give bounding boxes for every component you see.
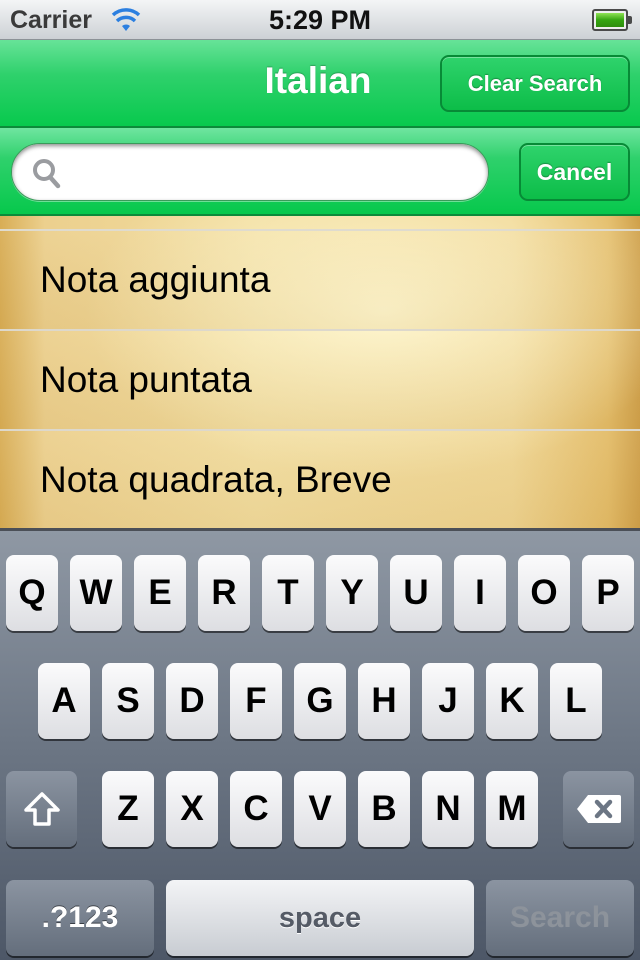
list-item-label: Nota quadrata, Breve — [40, 459, 392, 500]
results-list: Nota aggiunta Nota puntata Nota quadrata… — [0, 216, 640, 528]
search-key[interactable]: Search — [486, 880, 634, 956]
list-item[interactable]: Nota aggiunta — [0, 231, 640, 331]
key-j[interactable]: J — [422, 663, 474, 739]
key-y[interactable]: Y — [326, 555, 378, 631]
key-l[interactable]: L — [550, 663, 602, 739]
clock: 5:29 PM — [268, 5, 372, 35]
key-f[interactable]: F — [230, 663, 282, 739]
key-h[interactable]: H — [358, 663, 410, 739]
shift-key[interactable] — [6, 771, 77, 847]
key-i[interactable]: I — [454, 555, 506, 631]
key-d[interactable]: D — [166, 663, 218, 739]
key-t[interactable]: T — [262, 555, 314, 631]
search-input[interactable] — [72, 154, 472, 190]
key-r[interactable]: R — [198, 555, 250, 631]
key-u[interactable]: U — [390, 555, 442, 631]
key-s[interactable]: S — [102, 663, 154, 739]
key-c[interactable]: C — [230, 771, 282, 847]
status-bar: Carrier 5:29 PM — [0, 0, 640, 40]
key-x[interactable]: X — [166, 771, 218, 847]
key-v[interactable]: V — [294, 771, 346, 847]
key-e[interactable]: E — [134, 555, 186, 631]
battery-full-icon — [592, 9, 632, 31]
space-key[interactable]: space — [166, 880, 474, 956]
keyboard: Q W E R T Y U I O P A S D F G H J K L Z … — [0, 528, 640, 960]
key-w[interactable]: W — [70, 555, 122, 631]
key-p[interactable]: P — [582, 555, 634, 631]
list-item-label: Nota aggiunta — [40, 259, 271, 300]
key-b[interactable]: B — [358, 771, 410, 847]
key-o[interactable]: O — [518, 555, 570, 631]
list-top-divider — [0, 216, 640, 231]
cancel-button[interactable]: Cancel — [519, 143, 630, 201]
navigation-bar: Italian Clear Search — [0, 40, 640, 128]
key-k[interactable]: K — [486, 663, 538, 739]
delete-key[interactable] — [563, 771, 634, 847]
magnifier-icon — [33, 159, 61, 189]
key-a[interactable]: A — [38, 663, 90, 739]
key-q[interactable]: Q — [6, 555, 58, 631]
key-m[interactable]: M — [486, 771, 538, 847]
clear-search-button[interactable]: Clear Search — [440, 55, 630, 112]
search-bar: Cancel — [0, 128, 640, 216]
backspace-icon — [577, 795, 621, 823]
list-item[interactable]: Nota quadrata, Breve — [0, 431, 640, 528]
key-g[interactable]: G — [294, 663, 346, 739]
numbers-key[interactable]: .?123 — [6, 880, 154, 956]
key-z[interactable]: Z — [102, 771, 154, 847]
shift-arrow-icon — [24, 792, 60, 826]
list-item[interactable]: Nota puntata — [0, 331, 640, 431]
key-n[interactable]: N — [422, 771, 474, 847]
list-item-label: Nota puntata — [40, 359, 252, 400]
search-field[interactable] — [11, 143, 489, 201]
